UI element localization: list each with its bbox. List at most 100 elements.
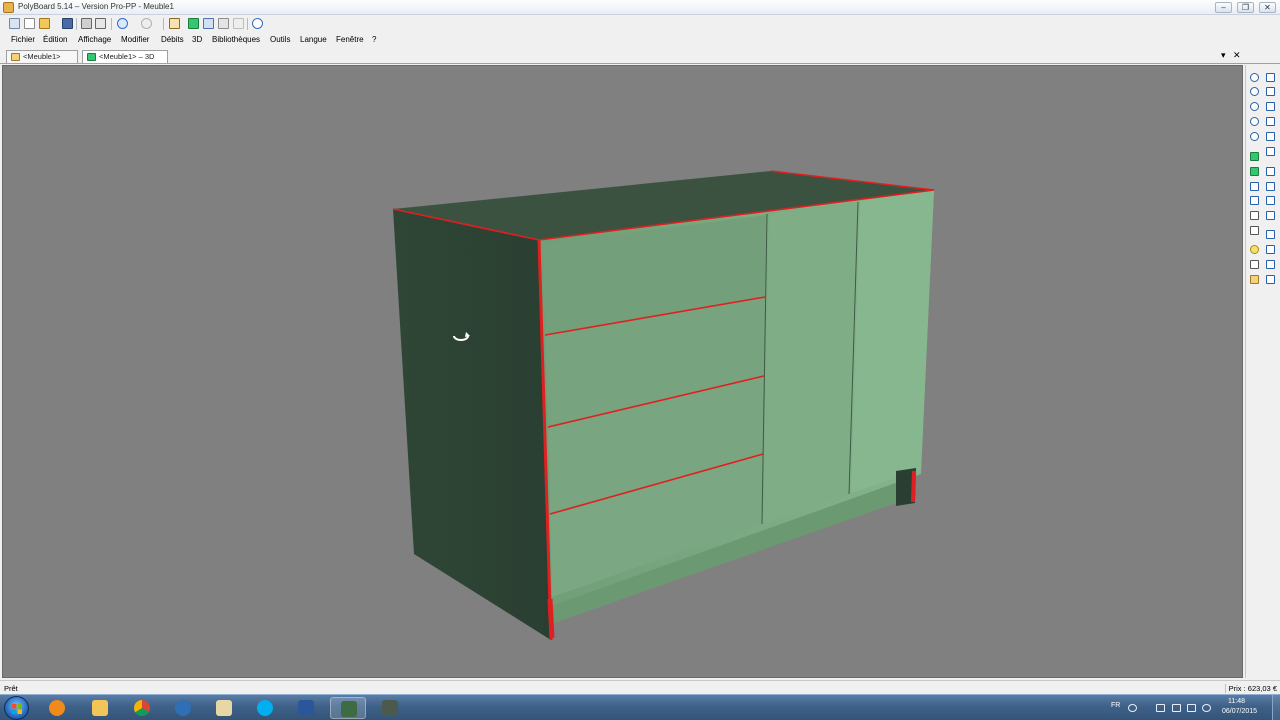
document-icon bbox=[11, 53, 20, 61]
new-icon[interactable] bbox=[24, 18, 35, 29]
menu-edition[interactable]: Édition bbox=[43, 35, 67, 44]
tabs-dropdown-icon[interactable]: ▾ bbox=[1221, 50, 1226, 61]
menu-debits[interactable]: Débits bbox=[161, 35, 184, 44]
close-tab-icon[interactable]: ✕ bbox=[1233, 50, 1241, 61]
menu-bibliotheques[interactable]: Bibliothèques bbox=[212, 35, 260, 44]
cascade-icon[interactable] bbox=[233, 18, 244, 29]
toolbar-separator bbox=[111, 18, 112, 30]
tile-icon[interactable] bbox=[218, 18, 229, 29]
toolbar-separator bbox=[163, 18, 164, 30]
taskbar-skype[interactable] bbox=[247, 697, 283, 719]
menu-modifier[interactable]: Modifier bbox=[121, 35, 149, 44]
menu-affichage[interactable]: Affichage bbox=[78, 35, 111, 44]
tab-label: <Meuble1> – 3D bbox=[99, 52, 155, 61]
clock-date[interactable]: 06/07/2015 bbox=[1222, 708, 1257, 715]
document-tabs: <Meuble1> <Meuble1> – 3D ▾ ✕ bbox=[0, 48, 1280, 64]
plinth-edge-highlight bbox=[547, 598, 555, 639]
minimize-button[interactable]: – bbox=[1215, 2, 1232, 13]
undo-icon[interactable] bbox=[117, 18, 128, 29]
language-indicator[interactable]: FR bbox=[1111, 702, 1120, 709]
window-icon[interactable] bbox=[203, 18, 214, 29]
polyboard-icon bbox=[341, 701, 357, 717]
iso-view-icon[interactable] bbox=[1266, 260, 1275, 269]
taskbar-chrome[interactable] bbox=[124, 697, 160, 719]
tab-label: <Meuble1> bbox=[23, 52, 61, 61]
view-bottom-icon[interactable] bbox=[1266, 147, 1275, 156]
restore-button[interactable]: ❐ bbox=[1237, 2, 1254, 13]
door-right bbox=[851, 190, 934, 493]
taskbar-calculator[interactable] bbox=[206, 697, 242, 719]
volume-icon[interactable] bbox=[1187, 704, 1196, 712]
taskbar-word[interactable] bbox=[288, 697, 324, 719]
view-3d-icon[interactable] bbox=[188, 18, 199, 29]
open-icon[interactable] bbox=[39, 18, 50, 29]
menu-bar: Fichier Édition Affichage Modifier Débit… bbox=[0, 33, 1280, 47]
title-bar: PolyBoard 5.14 – Version Pro-PP - Meuble… bbox=[0, 0, 1280, 15]
show-desktop-button[interactable] bbox=[1272, 695, 1280, 720]
outline-icon[interactable] bbox=[1250, 226, 1259, 235]
light-bulb-icon[interactable] bbox=[1250, 245, 1259, 254]
rotate-view-icon[interactable] bbox=[1250, 132, 1259, 141]
window-title: PolyBoard 5.14 – Version Pro-PP - Meuble… bbox=[18, 2, 174, 11]
texture-icon[interactable] bbox=[1250, 275, 1259, 284]
thunderbird-icon bbox=[175, 700, 191, 716]
iso-view-icon[interactable] bbox=[1266, 196, 1275, 205]
menu-outils[interactable]: Outils bbox=[270, 35, 290, 44]
tab-meuble1[interactable]: <Meuble1> bbox=[6, 50, 78, 63]
toolbar-separator bbox=[76, 18, 77, 30]
view-right-icon[interactable] bbox=[1266, 117, 1275, 126]
color-mode-icon[interactable] bbox=[1250, 167, 1259, 176]
view-front-icon[interactable] bbox=[1266, 73, 1275, 82]
taskbar-file-explorer[interactable] bbox=[82, 697, 118, 719]
section-icon[interactable] bbox=[1250, 260, 1259, 269]
skype-tray-icon[interactable] bbox=[1202, 704, 1211, 712]
clock-time[interactable]: 11:48 bbox=[1228, 698, 1245, 705]
polyboard-app-icon[interactable] bbox=[3, 2, 14, 13]
3d-viewport[interactable] bbox=[2, 65, 1243, 678]
view-left-icon[interactable] bbox=[1266, 102, 1275, 111]
iso-view-icon[interactable] bbox=[1266, 230, 1275, 239]
wireframe-icon[interactable] bbox=[1250, 182, 1259, 191]
start-button[interactable] bbox=[4, 696, 29, 720]
taskbar-polyboard-alt[interactable] bbox=[372, 697, 408, 719]
menu-fichier[interactable]: Fichier bbox=[11, 35, 35, 44]
taskbar-polyboard[interactable] bbox=[330, 697, 366, 719]
iso-view-icon[interactable] bbox=[1266, 211, 1275, 220]
view-3d-icon bbox=[87, 53, 96, 61]
cabinet-side bbox=[393, 209, 551, 640]
menu-3d[interactable]: 3D bbox=[192, 35, 202, 44]
rotate-view-icon[interactable] bbox=[1250, 87, 1259, 96]
cabinet-3d-render bbox=[392, 170, 935, 641]
calculator-icon bbox=[216, 700, 232, 716]
print-icon[interactable] bbox=[81, 18, 92, 29]
iso-view-icon[interactable] bbox=[1266, 182, 1275, 191]
taskbar-media-player[interactable] bbox=[39, 697, 75, 719]
redo-icon[interactable] bbox=[141, 18, 152, 29]
menu-help[interactable]: ? bbox=[372, 35, 376, 44]
network-icon[interactable] bbox=[1172, 704, 1181, 712]
help-icon[interactable] bbox=[1128, 704, 1137, 712]
taskbar-thunderbird[interactable] bbox=[165, 697, 201, 719]
view-top-icon[interactable] bbox=[1266, 132, 1275, 141]
export-icon[interactable] bbox=[169, 18, 180, 29]
menu-langue[interactable]: Langue bbox=[300, 35, 327, 44]
app-menu-icon[interactable] bbox=[9, 18, 20, 29]
info-icon[interactable] bbox=[252, 18, 263, 29]
tab-meuble1-3d[interactable]: <Meuble1> – 3D bbox=[82, 50, 168, 63]
flag-icon[interactable] bbox=[1156, 704, 1165, 712]
close-window-button[interactable]: ✕ bbox=[1259, 2, 1276, 13]
rotate-view-icon[interactable] bbox=[1250, 73, 1259, 82]
iso-view-icon[interactable] bbox=[1266, 245, 1275, 254]
view-back-icon[interactable] bbox=[1266, 87, 1275, 96]
solid-mode-icon[interactable] bbox=[1250, 152, 1259, 161]
iso-view-icon[interactable] bbox=[1266, 275, 1275, 284]
media-player-icon bbox=[49, 700, 65, 716]
iso-view-icon[interactable] bbox=[1266, 167, 1275, 176]
rotate-view-icon[interactable] bbox=[1250, 102, 1259, 111]
save-icon[interactable] bbox=[62, 18, 73, 29]
hidden-lines-icon[interactable] bbox=[1250, 211, 1259, 220]
wireframe-icon[interactable] bbox=[1250, 196, 1259, 205]
menu-fenetre[interactable]: Fenêtre bbox=[336, 35, 364, 44]
rotate-view-icon[interactable] bbox=[1250, 117, 1259, 126]
print-preview-icon[interactable] bbox=[95, 18, 106, 29]
